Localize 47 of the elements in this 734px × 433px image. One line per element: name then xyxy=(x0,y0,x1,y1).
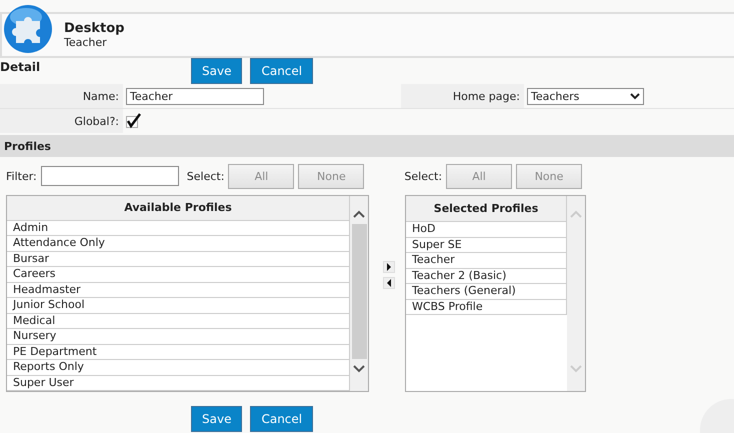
scrollbar[interactable] xyxy=(350,196,368,391)
section-title: Detail xyxy=(0,60,42,74)
profile-item[interactable]: Admin xyxy=(7,220,350,236)
puzzle-icon xyxy=(2,3,54,55)
chevron-up-icon[interactable] xyxy=(353,210,366,218)
form-button[interactable]: Cancel xyxy=(250,58,314,84)
field-label: Home page: xyxy=(401,84,524,108)
chevron-down-icon xyxy=(630,92,640,100)
list-heading: Selected Profiles xyxy=(406,196,566,222)
list-heading: Available Profiles xyxy=(7,196,350,220)
page-subtitle: Teacher xyxy=(64,36,108,49)
profile-item[interactable]: Attendance Only xyxy=(7,236,350,252)
filter-label: Filter: xyxy=(6,170,37,182)
profile-item[interactable]: WCBS Profile xyxy=(406,300,566,315)
field-label: Global?: xyxy=(0,109,123,133)
section-bar: Profiles xyxy=(0,135,734,157)
profile-item[interactable]: Teachers (General) xyxy=(406,284,566,300)
profile-item[interactable]: Medical xyxy=(7,314,350,329)
profile-item[interactable]: Careers xyxy=(7,267,350,282)
triangle-left-icon xyxy=(386,279,392,287)
profile-item[interactable]: PE Department xyxy=(7,344,350,360)
field-label: Name: xyxy=(0,84,123,108)
profile-item[interactable]: Teacher 2 (Basic) xyxy=(406,268,566,284)
form-button[interactable]: Cancel xyxy=(250,406,314,432)
select-label: Select: xyxy=(186,170,224,182)
move-left-button[interactable] xyxy=(383,277,395,289)
triangle-right-icon xyxy=(386,263,392,271)
profile-item[interactable]: Super SE xyxy=(406,238,566,253)
profile-item[interactable]: Bursar xyxy=(7,252,350,267)
page-title: Desktop xyxy=(64,21,124,36)
select-label: Select: xyxy=(404,170,442,182)
profile-item[interactable]: Nursery xyxy=(7,329,350,344)
name-field[interactable]: Teacher xyxy=(126,88,264,104)
home-page-dropdown[interactable]: Teachers xyxy=(527,88,644,104)
profile-item[interactable]: Junior School xyxy=(7,298,350,314)
chevron-down-icon[interactable] xyxy=(353,365,366,373)
profile-item[interactable]: Reports Only xyxy=(7,360,350,376)
profile-item[interactable]: HoD xyxy=(406,222,566,238)
form-button[interactable]: Save xyxy=(191,58,242,84)
profile-item[interactable]: Super User xyxy=(7,376,350,391)
filter-field[interactable] xyxy=(40,166,179,186)
profile-item[interactable]: Headmaster xyxy=(7,282,350,298)
profile-item[interactable]: Teacher xyxy=(406,253,566,268)
form-button[interactable]: Save xyxy=(191,406,242,432)
checkbox[interactable] xyxy=(126,113,142,129)
scrollbar-thumb[interactable] xyxy=(352,224,367,359)
move-right-button[interactable] xyxy=(383,261,395,273)
